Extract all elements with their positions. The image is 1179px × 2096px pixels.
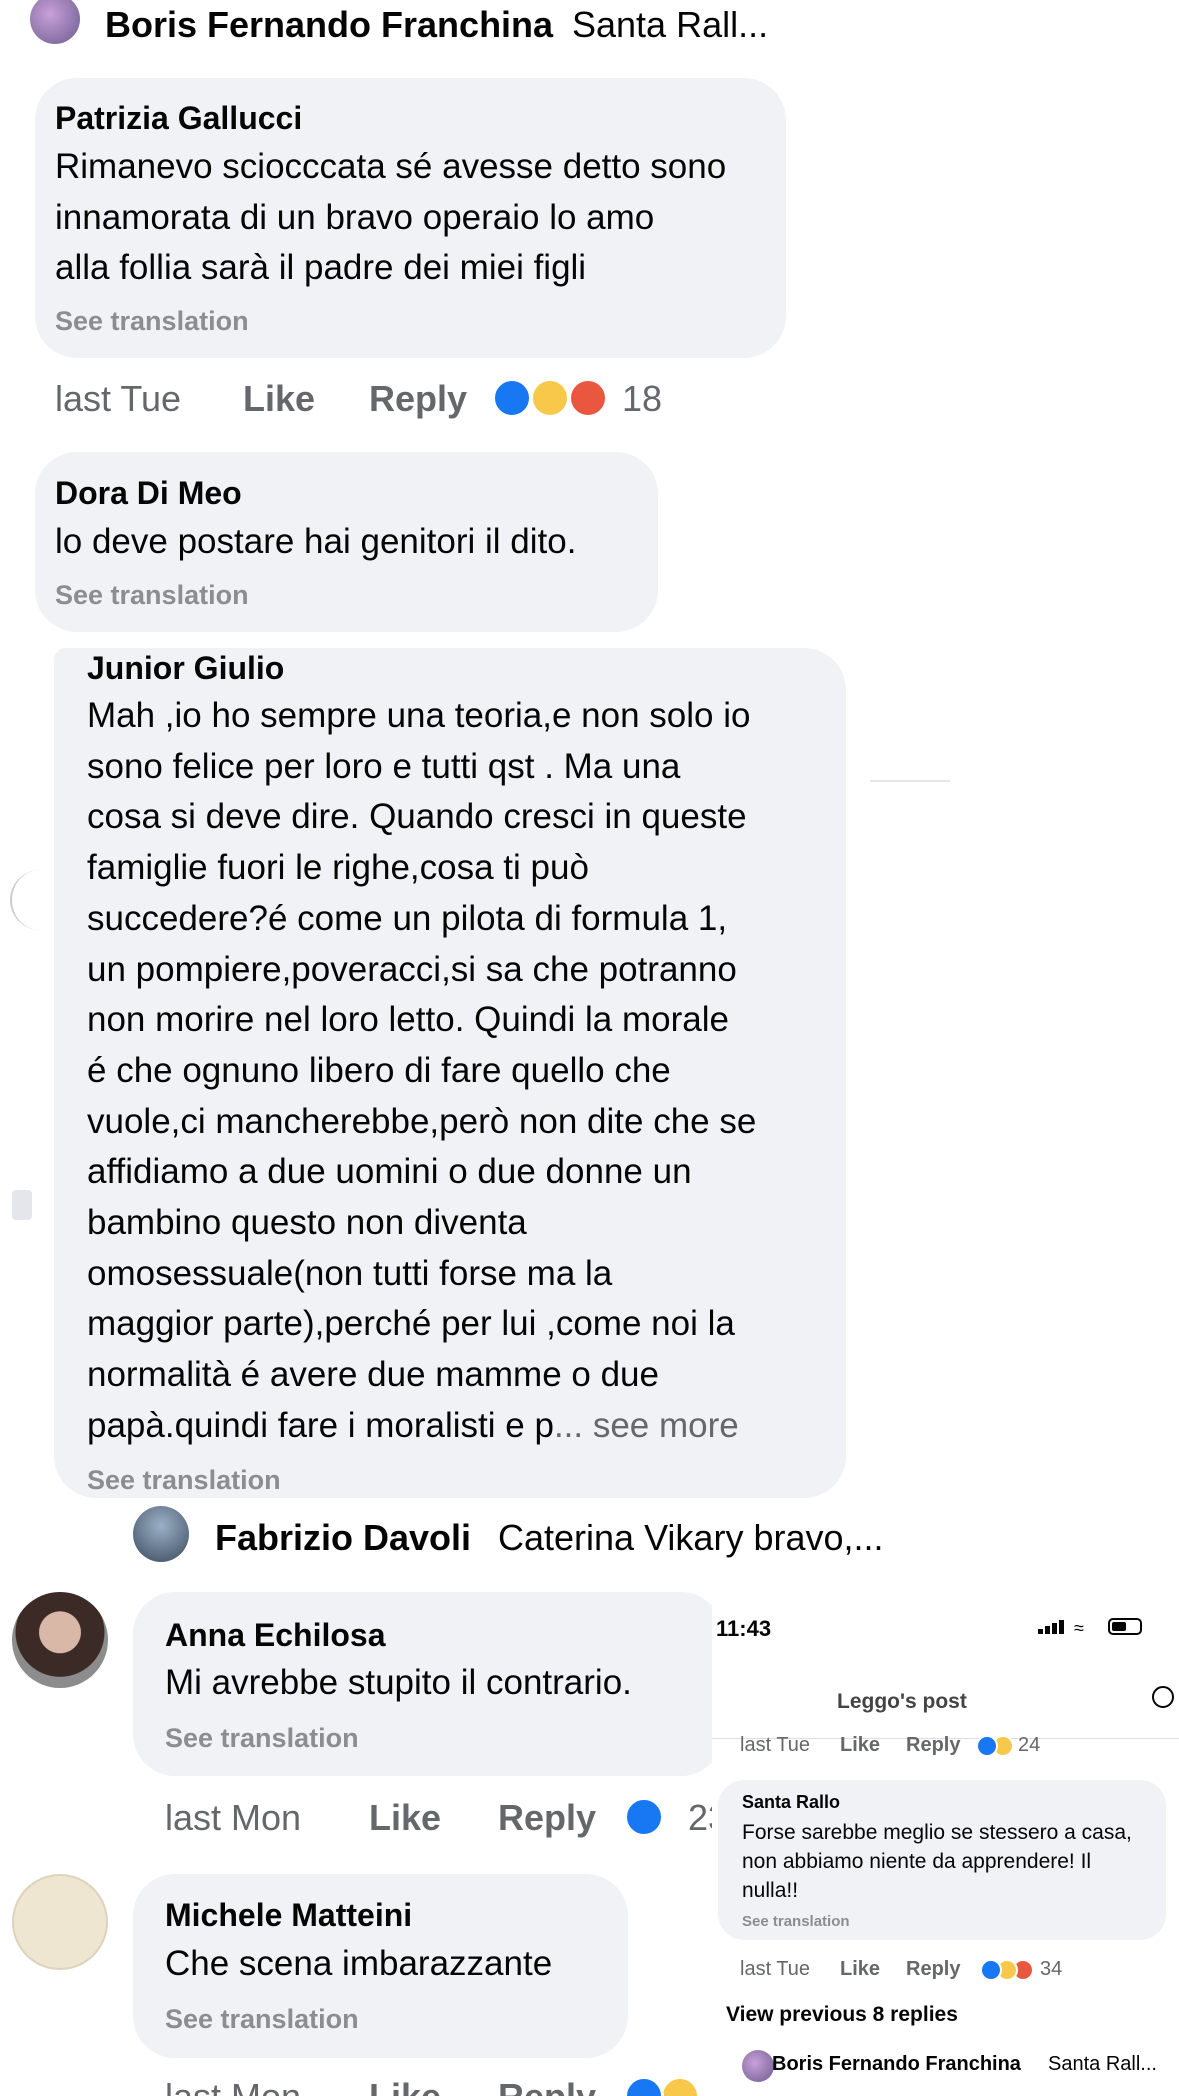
reply-preview-text[interactable]: Santa Rall... [572,4,768,46]
comment-author[interactable]: Michele Matteini [165,1897,412,1934]
comment-author[interactable]: Santa Rallo [742,1792,840,1813]
reply-button[interactable]: Reply [369,378,467,420]
like-button[interactable]: Like [840,1734,880,1757]
avatar[interactable] [12,1874,108,1970]
comment-timestamp[interactable]: last Tue [740,1958,810,1981]
avatar[interactable] [30,0,80,44]
comment-line: affidiamo a due uomini o due donne un [87,1152,692,1192]
like-button[interactable]: Like [369,1797,441,1839]
reaction-count[interactable]: 24 [1018,1734,1040,1757]
reaction-count[interactable]: 34 [1040,1958,1062,1981]
comment-text: Rimanevo sciocccata sé avesse detto sono… [55,142,785,294]
comment-timestamp[interactable]: last Tue [55,378,181,420]
reply-preview-text[interactable]: Caterina Vikary bravo,... [498,1517,884,1559]
comment-line: famiglie fuori le righe,cosa ti può [87,848,589,888]
comment-line: normalità é avere due mamme o due [87,1355,659,1395]
like-reaction-icon[interactable] [624,2076,664,2096]
search-icon[interactable] [1152,1686,1174,1708]
comment-author[interactable]: Patrizia Gallucci [55,100,302,137]
reply-preview-author[interactable]: Boris Fernando Franchina [105,4,553,46]
reply-button[interactable]: Reply [498,2076,596,2096]
comment-line: innamorata di un bravo operaio lo amo [55,197,655,237]
see-translation-link[interactable]: See translation [165,1723,359,1754]
comment-line: vuole,ci mancherebbe,però non dite che s… [87,1101,757,1141]
reaction-count[interactable]: 23 [688,1797,712,1839]
angry-reaction-icon[interactable] [568,378,608,418]
reply-preview-author[interactable]: Boris Fernando Franchina [772,2053,1021,2076]
signal-icon [1038,1620,1066,1634]
inset-screenshot: 11:43 ≈ Leggo's post last Tue Like Reply… [712,1590,1179,2096]
comment-line: lo deve postare hai genitori il dito. [55,522,577,561]
reply-button[interactable]: Reply [906,1734,960,1757]
like-reaction-icon[interactable] [492,378,532,418]
battery-icon [1108,1618,1142,1635]
comment-text: lo deve postare hai genitori il dito. [55,517,655,568]
like-reaction-icon[interactable] [624,1797,664,1837]
partial-icon-fragment [12,1190,32,1220]
status-time: 11:43 [716,1616,772,1641]
reply-preview-text[interactable]: Santa Rall... [1048,2053,1157,2076]
see-translation-link[interactable]: See translation [742,1913,850,1930]
partial-avatar-outline [10,870,50,930]
comment-text: Mi avrebbe stupito il contrario. [165,1658,725,1709]
comment-line: omosessuale(non tutti forse ma la [87,1253,613,1293]
comment-author[interactable]: Anna Echilosa [165,1617,386,1654]
comment-line: Che scena imbarazzante [165,1944,553,1983]
wifi-icon: ≈ [1074,1618,1084,1638]
view-previous-replies[interactable]: View previous 8 replies [726,2003,958,2027]
like-reaction-icon[interactable] [976,1735,998,1757]
comment-line: succedere?é come un pilota di formula 1, [87,898,728,938]
comment-line: é che ognuno libero di fare quello che [87,1050,671,1090]
see-more-link[interactable]: ... see more [554,1406,739,1445]
comment-line: cosa si deve dire. Quando cresci in ques… [87,797,747,837]
comment-author[interactable]: Junior Giulio [87,650,284,687]
comment-line: Forse sarebbe meglio se stessero a casa, [742,1821,1132,1844]
see-translation-link[interactable]: See translation [55,306,249,337]
haha-reaction-icon[interactable] [530,378,570,418]
comment-line: papà.quindi fare i moralisti e p [87,1405,554,1445]
comment-line: alla follia sarà il padre dei miei figli [55,248,587,288]
see-translation-link[interactable]: See translation [87,1465,281,1496]
comment-text: Forse sarebbe meglio se stessero a casa,… [742,1818,1162,1905]
like-reaction-icon[interactable] [980,1959,1002,1981]
comment-author[interactable]: Dora Di Meo [55,475,242,512]
comment-timestamp[interactable]: last Tue [740,1734,810,1757]
reaction-count[interactable]: 18 [622,378,662,420]
haha-reaction-icon[interactable] [660,2076,700,2096]
header-title: Leggo's post [837,1690,967,1713]
comment-line: non abbiamo niente da apprendere! Il [742,1850,1092,1873]
see-translation-link[interactable]: See translation [55,580,249,611]
avatar[interactable] [133,1506,189,1562]
divider [870,780,950,782]
comment-text: Che scena imbarazzante [165,1939,625,1990]
see-translation-link[interactable]: See translation [165,2004,359,2035]
comment-last-line: papà.quindi fare i moralisti e p... see … [87,1401,847,1452]
comment-line: nulla!! [742,1879,799,1902]
like-button[interactable]: Like [369,2076,441,2096]
reply-button[interactable]: Reply [498,1797,596,1839]
comment-timestamp[interactable]: last Mon [165,1797,301,1839]
comment-timestamp[interactable]: last Mon [165,2076,301,2096]
comment-line: Mi avrebbe stupito il contrario. [165,1663,632,1702]
comment-line: Rimanevo sciocccata sé avesse detto sono [55,147,727,186]
avatar[interactable] [12,1592,108,1688]
comment-line: un pompiere,poveracci,si sa che potranno [87,949,737,989]
reply-button[interactable]: Reply [906,1958,960,1981]
comment-line: maggior parte),perché per lui ,come noi … [87,1304,735,1344]
reply-preview-author[interactable]: Fabrizio Davoli [215,1517,471,1559]
comment-line: bambino questo non diventa [87,1203,527,1243]
like-button[interactable]: Like [243,378,315,420]
like-button[interactable]: Like [840,1958,880,1981]
avatar[interactable] [742,2050,774,2082]
comment-line: Mah ,io ho sempre una teoria,e non solo … [87,696,751,735]
comment-line: non morire nel loro letto. Quindi la mor… [87,1000,729,1040]
comment-line: sono felice per loro e tutti qst . Ma un… [87,746,681,786]
comment-text: Mah ,io ho sempre una teoria,e non solo … [87,691,847,1452]
